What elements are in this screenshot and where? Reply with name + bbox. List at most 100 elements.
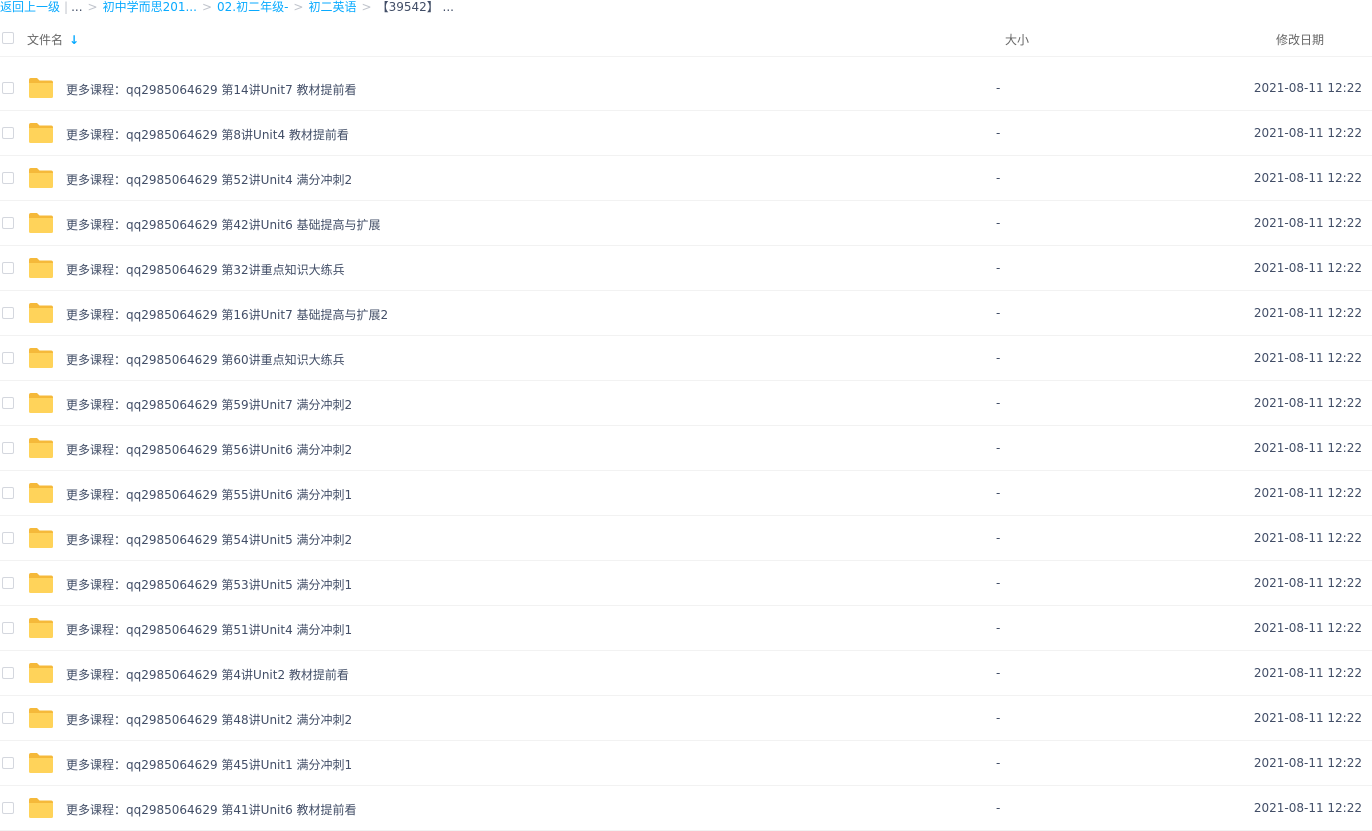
folder-icon — [29, 483, 53, 503]
table-row[interactable]: 更多课程：qq2985064629 第32讲重点知识大练兵 - 2021-08-11… — [0, 246, 1372, 291]
row-checkbox[interactable] — [2, 577, 14, 589]
row-checkbox[interactable] — [2, 262, 14, 274]
row-checkbox[interactable] — [2, 217, 14, 229]
breadcrumb-ellipsis[interactable]: ... — [71, 0, 82, 14]
row-checkbox[interactable] — [2, 757, 14, 769]
back-link[interactable]: 返回上一级 — [0, 0, 60, 14]
row-checkbox[interactable] — [2, 442, 14, 454]
file-size: - — [996, 486, 1001, 500]
file-modified-date: 2021-08-11 12:22 — [1253, 126, 1362, 140]
file-size: - — [996, 216, 1001, 230]
row-checkbox[interactable] — [2, 532, 14, 544]
table-row[interactable]: 更多课程：qq2985064629 第51讲Unit4 满分冲刺1 - 2021-0… — [0, 606, 1372, 651]
file-size: - — [996, 171, 1001, 185]
table-row[interactable]: 更多课程：qq2985064629 第41讲Unit6 教材提前看 - 2021-0… — [0, 786, 1372, 831]
breadcrumb-item[interactable]: 初中学而思201... — [103, 0, 197, 14]
table-row[interactable]: 更多课程：qq2985064629 第45讲Unit1 满分冲刺1 - 2021-0… — [0, 741, 1372, 786]
row-checkbox[interactable] — [2, 127, 14, 139]
table-row[interactable]: 更多课程：qq2985064629 第54讲Unit5 满分冲刺2 - 2021-0… — [0, 516, 1372, 561]
file-name-link[interactable]: 更多课程：qq2985064629 第41讲Unit6 教材提前看 — [66, 801, 357, 818]
row-checkbox[interactable] — [2, 667, 14, 679]
file-size: - — [996, 576, 1001, 590]
row-checkbox[interactable] — [2, 802, 14, 814]
file-name-link[interactable]: 更多课程：qq2985064629 第52讲Unit4 满分冲刺2 — [66, 171, 352, 188]
folder-icon — [29, 798, 53, 818]
column-header-size[interactable]: 大小 — [1005, 31, 1029, 48]
file-size: - — [996, 756, 1001, 770]
file-name-link[interactable]: 更多课程：qq2985064629 第8讲Unit4 教材提前看 — [66, 126, 349, 143]
chevron-right-icon: > — [201, 0, 212, 14]
file-modified-date: 2021-08-11 12:22 — [1253, 621, 1362, 635]
table-row[interactable]: 更多课程：qq2985064629 第52讲Unit4 满分冲刺2 - 2021-0… — [0, 156, 1372, 201]
column-header-name[interactable]: 文件名 ↓ — [27, 31, 79, 48]
file-modified-date: 2021-08-11 12:22 — [1253, 396, 1362, 410]
file-size: - — [996, 261, 1001, 275]
file-name-link[interactable]: 更多课程：qq2985064629 第54讲Unit5 满分冲刺2 — [66, 531, 352, 548]
file-name-link[interactable]: 更多课程：qq2985064629 第4讲Unit2 教材提前看 — [66, 666, 349, 683]
file-modified-date: 2021-08-11 12:22 — [1253, 306, 1362, 320]
row-checkbox[interactable] — [2, 487, 14, 499]
file-name-link[interactable]: 更多课程：qq2985064629 第48讲Unit2 满分冲刺2 — [66, 711, 352, 728]
select-all-checkbox[interactable] — [2, 32, 14, 44]
table-row[interactable]: 更多课程：qq2985064629 第55讲Unit6 满分冲刺1 - 2021-0… — [0, 471, 1372, 516]
folder-icon — [29, 213, 53, 233]
file-modified-date: 2021-08-11 12:22 — [1253, 441, 1362, 455]
file-modified-date: 2021-08-11 12:22 — [1253, 261, 1362, 275]
file-name-link[interactable]: 更多课程：qq2985064629 第32讲重点知识大练兵 — [66, 261, 345, 278]
file-size: - — [996, 396, 1001, 410]
folder-icon — [29, 438, 53, 458]
file-modified-date: 2021-08-11 12:22 — [1253, 801, 1362, 815]
table-row[interactable]: 更多课程：qq2985064629 第48讲Unit2 满分冲刺2 - 2021-0… — [0, 696, 1372, 741]
file-name-link[interactable]: 更多课程：qq2985064629 第42讲Unit6 基础提高与扩展 — [66, 216, 381, 233]
row-checkbox[interactable] — [2, 712, 14, 724]
table-row[interactable]: 更多课程：qq2985064629 第53讲Unit5 满分冲刺1 - 2021-0… — [0, 561, 1372, 606]
table-row[interactable]: 更多课程：qq2985064629 第4讲Unit2 教材提前看 - 2021-08… — [0, 651, 1372, 696]
folder-icon — [29, 168, 53, 188]
folder-icon — [29, 123, 53, 143]
chevron-right-icon: > — [293, 0, 304, 14]
table-row[interactable]: 更多课程：qq2985064629 第59讲Unit7 满分冲刺2 - 2021-0… — [0, 381, 1372, 426]
folder-icon — [29, 528, 53, 548]
row-checkbox[interactable] — [2, 172, 14, 184]
file-size: - — [996, 351, 1001, 365]
folder-icon — [29, 78, 53, 98]
file-name-link[interactable]: 更多课程：qq2985064629 第56讲Unit6 满分冲刺2 — [66, 441, 352, 458]
column-header-name-label: 文件名 — [27, 33, 64, 47]
file-name-link[interactable]: 更多课程：qq2985064629 第59讲Unit7 满分冲刺2 — [66, 396, 352, 413]
table-row[interactable]: 更多课程：qq2985064629 第16讲Unit7 基础提高与扩展2 - 202… — [0, 291, 1372, 336]
file-modified-date: 2021-08-11 12:22 — [1253, 486, 1362, 500]
breadcrumb-divider: | — [64, 0, 69, 14]
file-size: - — [996, 711, 1001, 725]
row-checkbox[interactable] — [2, 397, 14, 409]
table-row[interactable]: 更多课程：qq2985064629 第14讲Unit7 教材提前看 - 2021-0… — [0, 66, 1372, 111]
file-name-link[interactable]: 更多课程：qq2985064629 第60讲重点知识大练兵 — [66, 351, 345, 368]
file-modified-date: 2021-08-11 12:22 — [1253, 81, 1362, 95]
file-name-link[interactable]: 更多课程：qq2985064629 第16讲Unit7 基础提高与扩展2 — [66, 306, 388, 323]
table-row[interactable]: 更多课程：qq2985064629 第42讲Unit6 基础提高与扩展 - 2021… — [0, 201, 1372, 246]
file-name-link[interactable]: 更多课程：qq2985064629 第14讲Unit7 教材提前看 — [66, 81, 357, 98]
row-checkbox[interactable] — [2, 352, 14, 364]
file-name-link[interactable]: 更多课程：qq2985064629 第55讲Unit6 满分冲刺1 — [66, 486, 352, 503]
row-checkbox[interactable] — [2, 622, 14, 634]
sort-down-arrow-icon[interactable]: ↓ — [69, 33, 79, 47]
file-name-link[interactable]: 更多课程：qq2985064629 第45讲Unit1 满分冲刺1 — [66, 756, 352, 773]
chevron-right-icon: > — [361, 0, 372, 14]
folder-icon — [29, 303, 53, 323]
table-row[interactable]: 更多课程：qq2985064629 第60讲重点知识大练兵 - 2021-08-11… — [0, 336, 1372, 381]
breadcrumb-item[interactable]: 02.初二年级- — [217, 0, 288, 14]
table-row[interactable]: 更多课程：qq2985064629 第56讲Unit6 满分冲刺2 - 2021-0… — [0, 426, 1372, 471]
row-checkbox[interactable] — [2, 82, 14, 94]
file-size: - — [996, 126, 1001, 140]
breadcrumb-item[interactable]: 初二英语 — [308, 0, 356, 14]
file-list-header: 文件名 ↓ 大小 修改日期 — [0, 20, 1372, 57]
table-row[interactable]: 更多课程：qq2985064629 第8讲Unit4 教材提前看 - 2021-08… — [0, 111, 1372, 156]
folder-icon — [29, 753, 53, 773]
column-header-date[interactable]: 修改日期 — [1276, 31, 1324, 48]
file-list: 更多课程：qq2985064629 第14讲Unit7 教材提前看 - 2021-0… — [0, 66, 1372, 831]
row-checkbox[interactable] — [2, 307, 14, 319]
file-name-link[interactable]: 更多课程：qq2985064629 第51讲Unit4 满分冲刺1 — [66, 621, 352, 638]
file-size: - — [996, 621, 1001, 635]
folder-icon — [29, 618, 53, 638]
file-modified-date: 2021-08-11 12:22 — [1253, 351, 1362, 365]
file-name-link[interactable]: 更多课程：qq2985064629 第53讲Unit5 满分冲刺1 — [66, 576, 352, 593]
